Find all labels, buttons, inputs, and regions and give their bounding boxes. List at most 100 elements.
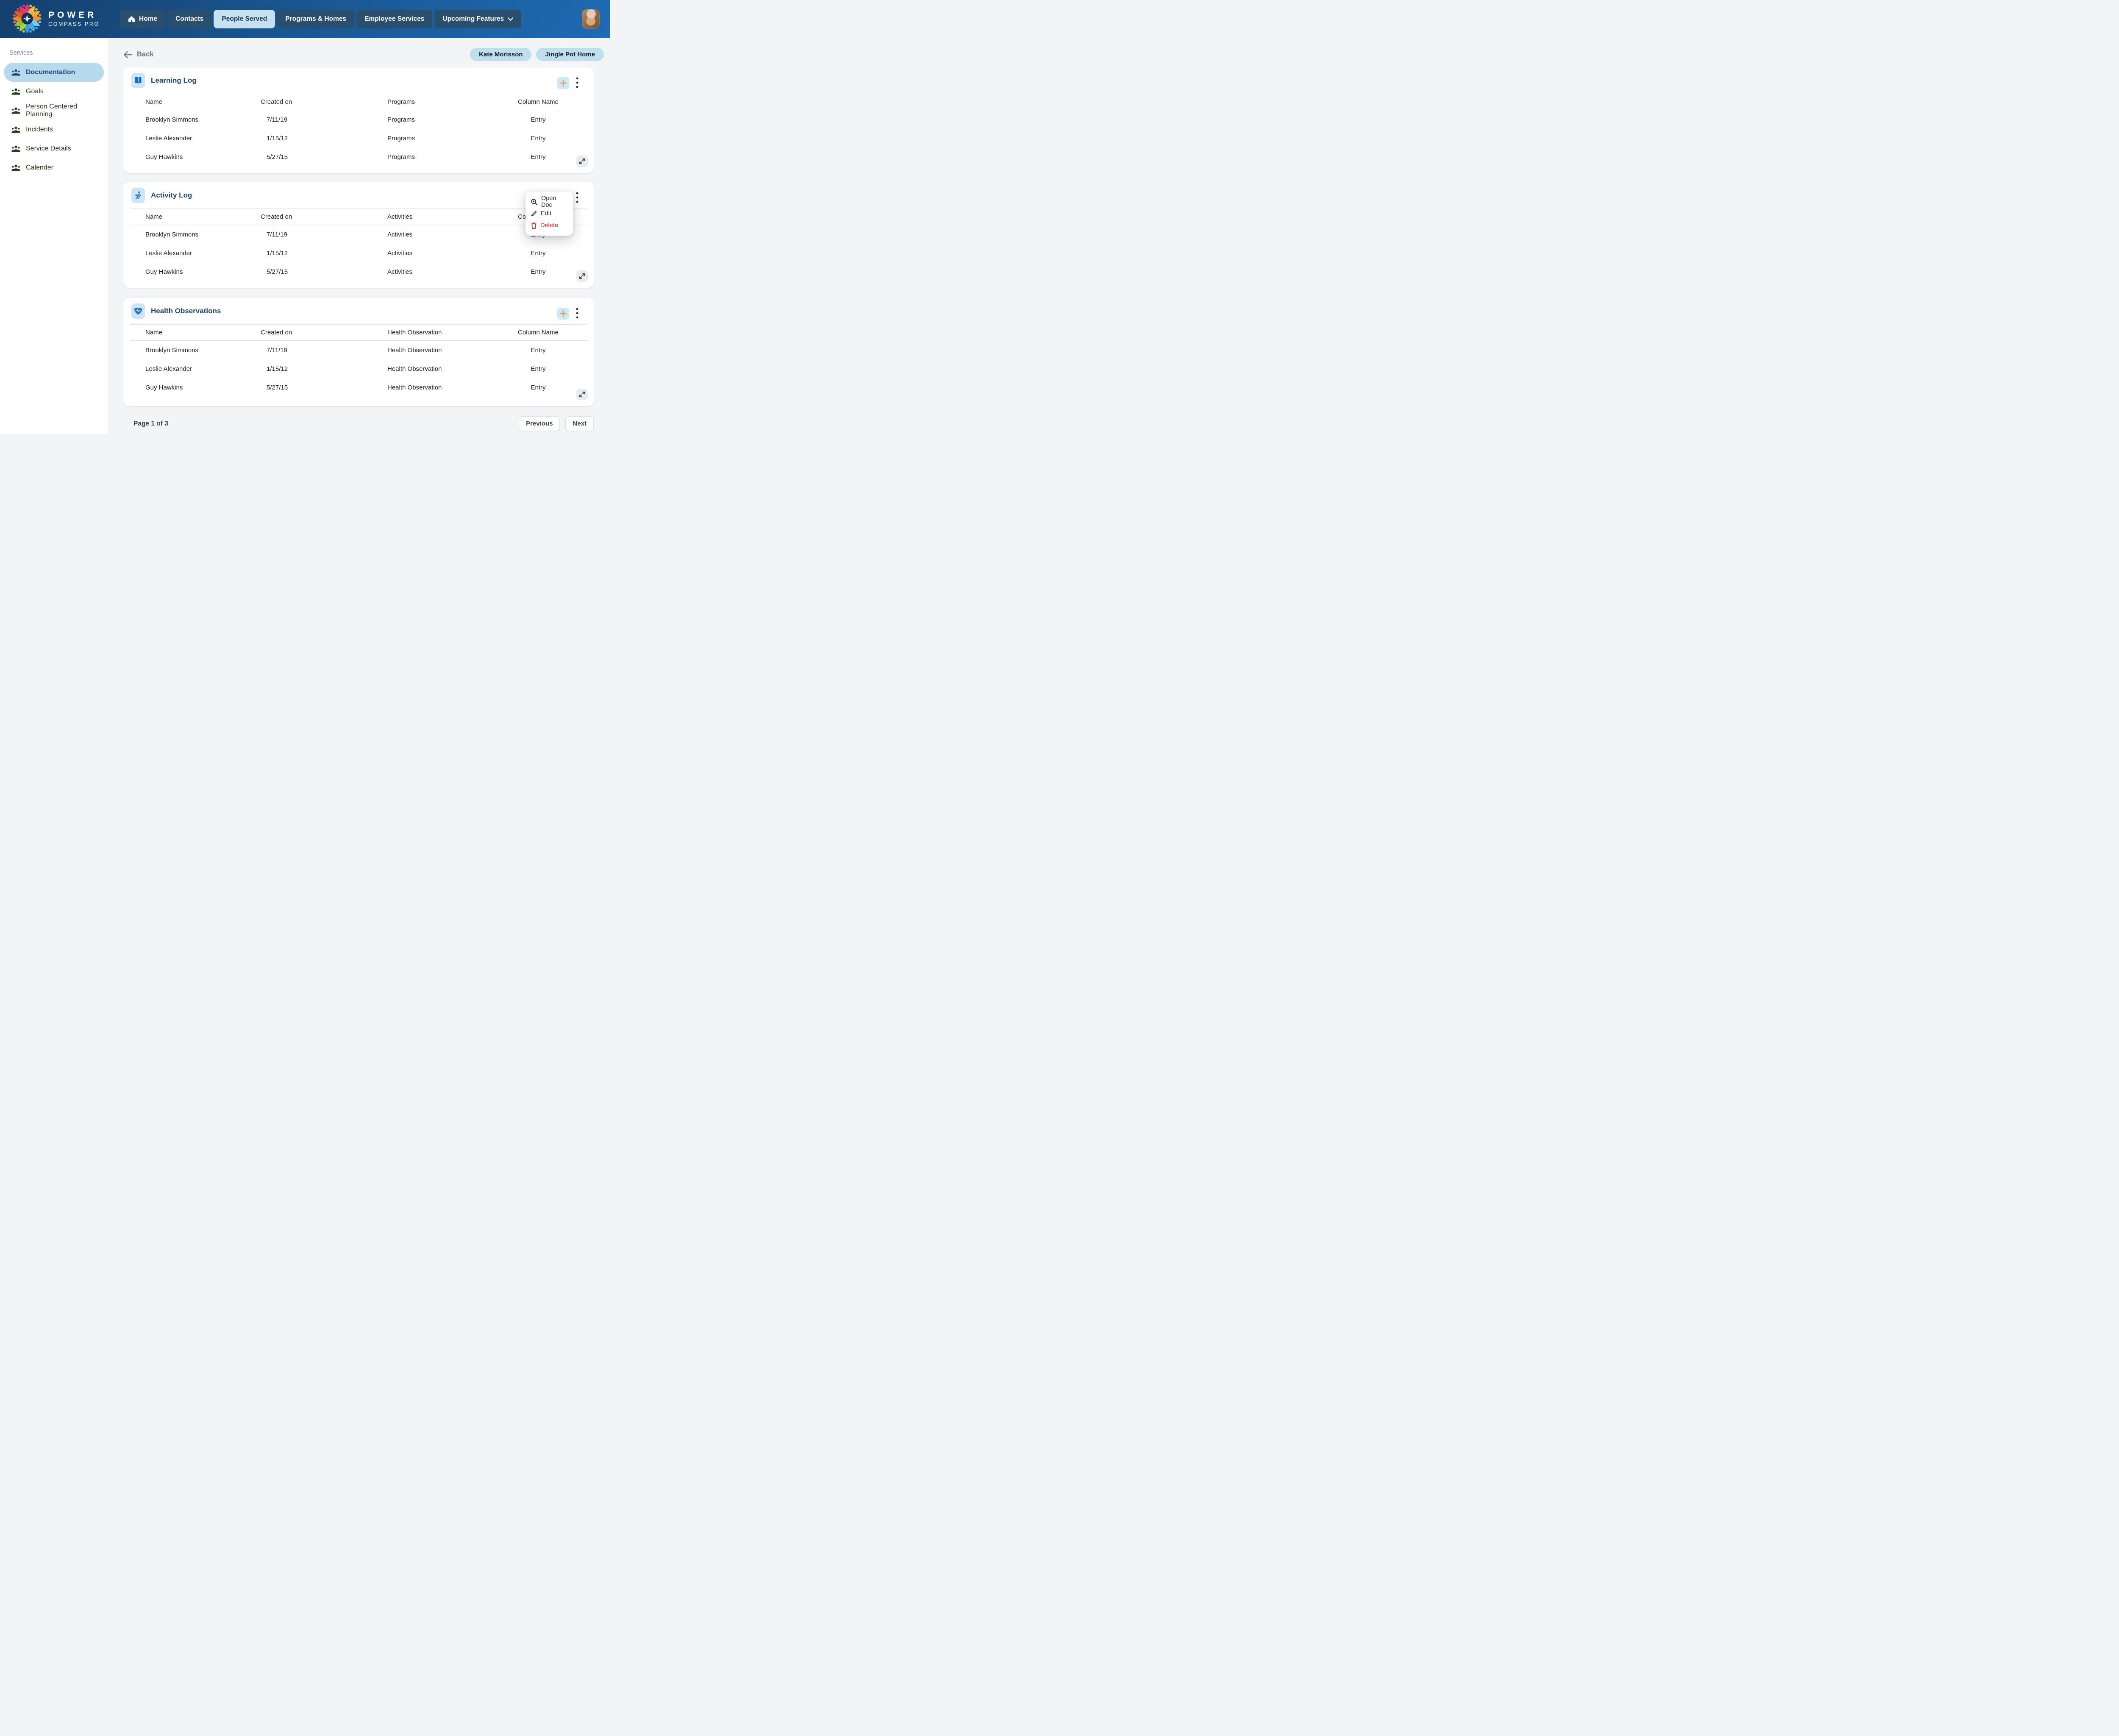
runner-icon [133, 191, 143, 200]
people-group-icon [11, 69, 20, 76]
expand-button[interactable] [576, 156, 588, 167]
icon-tile [131, 188, 145, 203]
people-group-icon [11, 126, 20, 134]
kebab-menu-button[interactable] [572, 190, 582, 205]
person-pill[interactable]: Kate Morisson [470, 48, 531, 61]
table-row[interactable]: Guy Hawkins5/27/15Health ObservationEntr… [123, 378, 594, 397]
home-icon [128, 16, 135, 22]
nav-upcoming-features[interactable]: Upcoming Features [434, 10, 521, 28]
brand-subtitle: COMPASS PRO [48, 22, 100, 27]
table-row[interactable]: Leslie Alexander1/15/12ProgramsEntry [123, 129, 594, 147]
table-row[interactable]: Brooklyn Simmons7/11/19ProgramsEntry [123, 110, 594, 129]
plus-icon [560, 80, 567, 86]
table-cell: 5/27/15 [261, 153, 387, 161]
heart-pulse-icon [133, 307, 143, 315]
table-cell: 1/15/12 [261, 250, 387, 257]
column-header: Name [145, 98, 261, 106]
table-row[interactable]: Leslie Alexander1/15/12ActivitiesEntry [123, 244, 594, 262]
table-cell: Activities [387, 231, 518, 238]
back-button[interactable]: Back [123, 50, 153, 58]
icon-tile [131, 303, 145, 319]
sidebar-item-documentation[interactable]: Documentation [4, 63, 104, 82]
nav-home[interactable]: Home [120, 10, 165, 28]
home-pill[interactable]: Jingle Pot Home [536, 48, 604, 61]
people-group-icon [11, 145, 20, 153]
app-header: POWER COMPASS PRO Home Contacts People S… [0, 0, 610, 38]
sidebar-item-label: Calender [26, 164, 53, 172]
context-menu: Open Doc Edit Delete [526, 192, 573, 236]
table-cell: Leslie Alexander [145, 250, 261, 257]
nav-programs-homes[interactable]: Programs & Homes [277, 10, 354, 28]
table-cell: Leslie Alexander [145, 365, 261, 373]
kebab-menu-button[interactable] [572, 75, 582, 90]
column-header: Column Name [518, 329, 559, 336]
expand-button[interactable] [576, 389, 588, 400]
open-book-icon [134, 76, 142, 85]
add-entry-button[interactable] [557, 308, 569, 320]
kebab-menu-button[interactable] [572, 306, 582, 320]
sidebar-item-label: Goals [26, 88, 44, 95]
previous-button[interactable]: Previous [519, 416, 560, 431]
table-row[interactable]: Brooklyn Simmons7/11/19Health Observatio… [123, 341, 594, 359]
table-cell: Entry [518, 250, 559, 257]
brand-name: POWER [48, 11, 100, 19]
table-cell: 7/11/19 [261, 231, 387, 238]
next-button[interactable]: Next [565, 416, 594, 431]
kebab-icon [576, 77, 578, 88]
nav-label: People Served [222, 15, 267, 23]
table-cell: Programs [387, 135, 518, 142]
table-cell: Brooklyn Simmons [145, 347, 261, 354]
menu-item-edit[interactable]: Edit [526, 208, 573, 220]
sidebar-item-label: Service Details [26, 145, 71, 153]
table-row[interactable]: Guy Hawkins5/27/15ProgramsEntry [123, 147, 594, 166]
nav-label: Upcoming Features [442, 15, 504, 23]
toolbar: Back Kate Morisson Jingle Pot Home [123, 48, 594, 61]
table-cell: Health Observation [387, 365, 518, 373]
expand-button[interactable] [576, 270, 588, 282]
table-cell: Leslie Alexander [145, 135, 261, 142]
table-cell: 5/27/15 [261, 384, 387, 391]
pencil-icon [531, 210, 537, 217]
sidebar-item-person-centered-planning[interactable]: Person Centered Planning [4, 101, 104, 120]
table-row[interactable]: Guy Hawkins5/27/15ActivitiesEntry [123, 262, 594, 281]
table-cell: Activities [387, 268, 518, 275]
card-title: Learning Log [151, 76, 197, 85]
sidebar-item-calender[interactable]: Calender [4, 158, 104, 177]
sidebar-item-service-details[interactable]: Service Details [4, 139, 104, 158]
table-cell: 1/15/12 [261, 135, 387, 142]
back-label: Back [137, 50, 153, 58]
user-avatar[interactable] [582, 9, 600, 29]
expand-icon [579, 158, 585, 165]
trash-icon [531, 222, 537, 229]
nav-employee-services[interactable]: Employee Services [356, 10, 432, 28]
main-nav: Home Contacts People Served Programs & H… [120, 10, 521, 28]
table-row[interactable]: Leslie Alexander1/15/12Health Observatio… [123, 359, 594, 378]
nav-contacts[interactable]: Contacts [167, 10, 211, 28]
nav-people-served[interactable]: People Served [214, 10, 275, 28]
table-cell: Entry [518, 365, 559, 373]
table-body: Brooklyn Simmons7/11/19ActivitiesEntryLe… [123, 225, 594, 281]
sidebar-list: Documentation Goals Person Centered Planni… [0, 63, 108, 177]
nav-label: Employee Services [364, 15, 424, 23]
column-header: Column Name [518, 98, 559, 106]
column-header: Name [145, 213, 261, 220]
sidebar-item-label: Incidents [26, 126, 53, 134]
sidebar-item-goals[interactable]: Goals [4, 82, 104, 101]
health-observations-card: Health Observations NameCreated onHealth… [123, 298, 594, 406]
sidebar-item-label: Person Centered Planning [26, 103, 104, 118]
menu-item-open-doc[interactable]: Open Doc [526, 196, 573, 208]
table-row[interactable]: Brooklyn Simmons7/11/19ActivitiesEntry [123, 225, 594, 244]
table-cell: Entry [518, 347, 559, 354]
column-header: Activities [387, 213, 518, 220]
learning-log-card: Learning Log NameCreated onProgramsColum… [123, 67, 594, 173]
menu-item-delete[interactable]: Delete [526, 220, 573, 231]
kebab-icon [576, 308, 578, 319]
add-entry-button[interactable] [557, 77, 569, 89]
main-content: Back Kate Morisson Jingle Pot Home Learn… [108, 38, 610, 434]
menu-label: Edit [541, 210, 551, 217]
sidebar-item-incidents[interactable]: Incidents [4, 120, 104, 139]
chevron-down-icon [508, 17, 513, 21]
column-header: Created on [261, 213, 387, 220]
table-cell: Health Observation [387, 347, 518, 354]
magnifier-eye-icon [531, 198, 538, 206]
